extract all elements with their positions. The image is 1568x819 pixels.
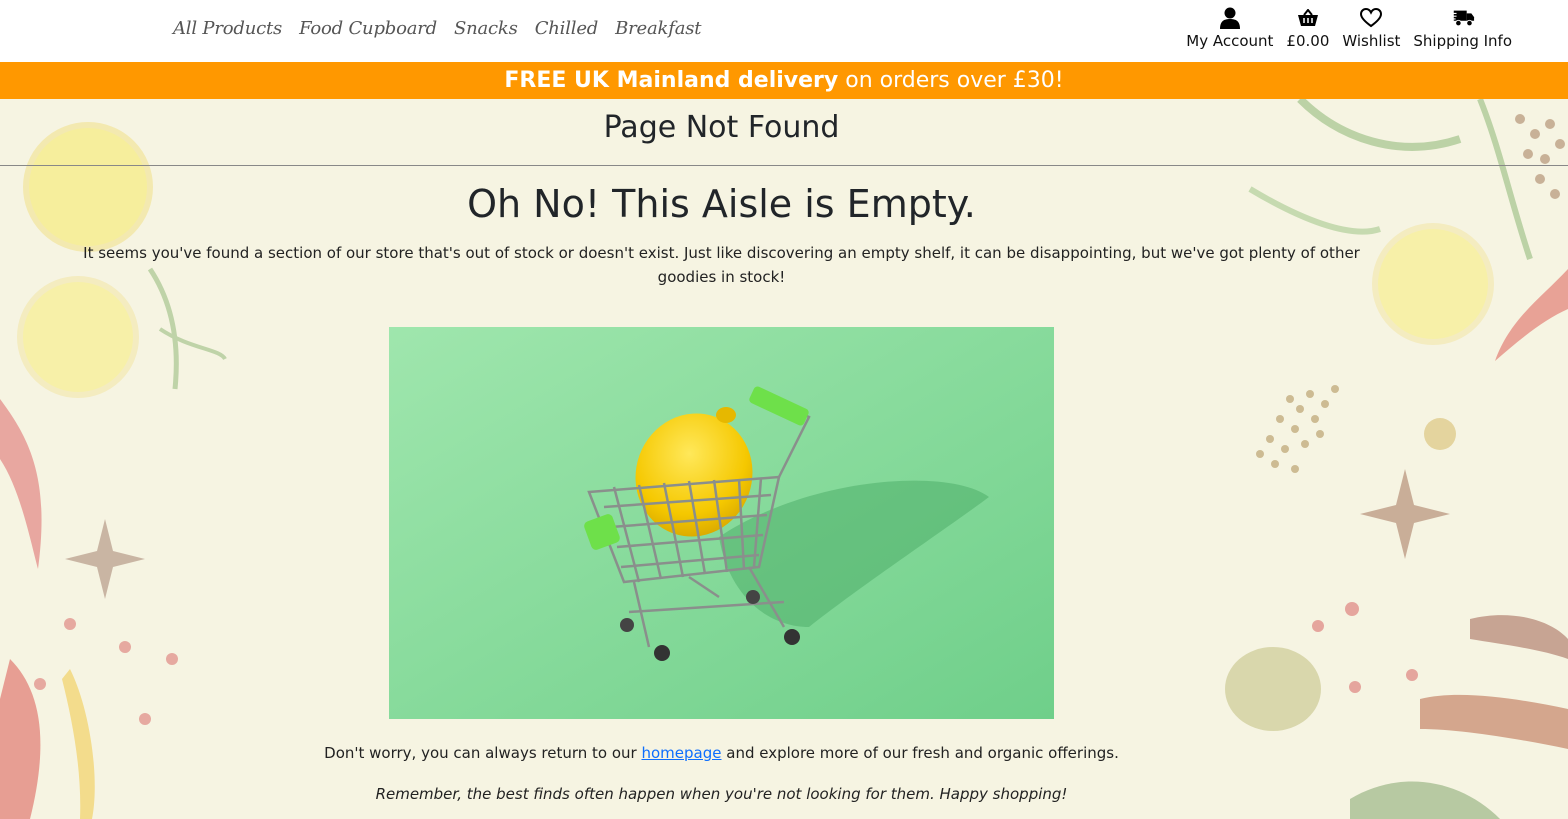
homepage-link[interactable]: homepage [641, 744, 721, 762]
truck-icon [1450, 6, 1475, 30]
my-account-label: My Account [1186, 32, 1274, 50]
nav-snacks[interactable]: Snacks [454, 18, 518, 39]
intro-text: It seems you've found a section of our s… [83, 244, 1360, 286]
basket-link[interactable]: £0.00 [1286, 6, 1329, 50]
return-text-after: and explore more of our fresh and organi… [721, 744, 1119, 762]
my-account-link[interactable]: My Account [1186, 6, 1273, 50]
return-text-before: Don't worry, you can always return to ou… [324, 744, 642, 762]
return-text: Don't worry, you can always return to ou… [0, 744, 1443, 762]
nav-chilled[interactable]: Chilled [535, 18, 599, 39]
shipping-info-link[interactable]: Shipping Info [1413, 6, 1512, 50]
remember-text: Remember, the best finds often happen wh… [375, 785, 1068, 803]
basket-total: £0.00 [1286, 32, 1330, 50]
heading-divider [0, 165, 1568, 166]
nav-all-products[interactable]: All Products [173, 18, 282, 39]
delivery-banner-bold: FREE UK Mainland delivery [504, 68, 839, 93]
user-icon [1218, 6, 1242, 30]
top-navbar: All Products Food Cupboard Snacks Chille… [0, 0, 1568, 62]
delivery-banner: FREE UK Mainland delivery on orders over… [0, 62, 1568, 99]
heart-icon [1359, 6, 1383, 30]
aisle-title: Oh No! This Aisle is Empty. [467, 182, 976, 226]
wishlist-label: Wishlist [1342, 32, 1401, 50]
nav-food-cupboard[interactable]: Food Cupboard [299, 18, 437, 39]
category-nav: All Products Food Cupboard Snacks Chille… [173, 18, 718, 39]
wishlist-link[interactable]: Wishlist [1342, 6, 1400, 50]
empty-cart-image [389, 327, 1054, 719]
shipping-info-label: Shipping Info [1413, 32, 1512, 50]
basket-icon [1296, 6, 1320, 30]
nav-breakfast[interactable]: Breakfast [615, 18, 701, 39]
utility-nav: My Account £0.00 Wishlist Shipping Info [1186, 6, 1512, 50]
delivery-banner-rest: on orders over £30! [838, 68, 1064, 93]
page-heading: Page Not Found [603, 110, 840, 145]
